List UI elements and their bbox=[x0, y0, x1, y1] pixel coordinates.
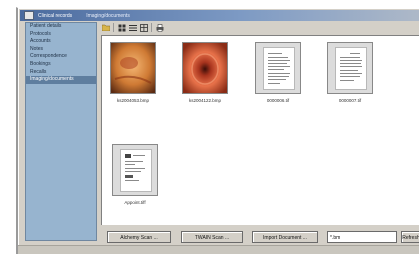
folder-open-icon[interactable] bbox=[101, 23, 110, 32]
window-title: Clinical records bbox=[38, 12, 73, 19]
thumbnail-filename: Appoint.tiff bbox=[124, 200, 146, 205]
thumbnail-filename: ks2004122.bmp bbox=[188, 98, 222, 103]
application-window: Clinical records Imaging/documents Patie… bbox=[16, 7, 419, 254]
refresh-button[interactable]: Refresh bbox=[401, 231, 419, 243]
sidebar-item-correspondence[interactable]: Correspondence bbox=[26, 53, 96, 61]
thumbnail-item[interactable]: 0000006.tif bbox=[246, 42, 310, 103]
endoscopy-image bbox=[110, 42, 156, 94]
sidebar-item-accounts[interactable]: Accounts bbox=[26, 38, 96, 46]
sidebar-item-recalls[interactable]: Recalls bbox=[26, 69, 96, 77]
title-bar[interactable]: Clinical records Imaging/documents bbox=[20, 10, 419, 21]
document-preview bbox=[112, 144, 158, 196]
thumbnail-filename: ks2004053.bmp bbox=[116, 98, 150, 103]
thumbnail-filename: 0000007.tif bbox=[338, 98, 362, 103]
details-view-icon[interactable] bbox=[139, 23, 148, 32]
sidebar-item-protocols[interactable]: Protocols bbox=[26, 31, 96, 39]
toolbar bbox=[101, 22, 164, 33]
sidebar: Patient details Protocols Accounts Notes… bbox=[25, 22, 97, 241]
thumbnail-item[interactable]: 0000007.tif bbox=[318, 42, 382, 103]
toolbar-separator bbox=[151, 23, 152, 32]
thumbnail-filename: 0000006.tif bbox=[266, 98, 290, 103]
import-document-button[interactable]: Import Document ... bbox=[252, 231, 318, 243]
document-preview bbox=[327, 42, 373, 94]
twain-scan-button[interactable]: TWAIN Scan ... bbox=[181, 231, 243, 243]
thumbnail-view-icon[interactable] bbox=[117, 23, 126, 32]
document-preview bbox=[255, 42, 301, 94]
alchemy-scan-button[interactable]: Alchemy Scan ... bbox=[107, 231, 171, 243]
status-bar bbox=[18, 245, 419, 254]
print-icon[interactable] bbox=[155, 23, 164, 32]
sidebar-item-notes[interactable]: Notes bbox=[26, 46, 96, 54]
endoscopy-image bbox=[182, 42, 228, 94]
thumbnail-item[interactable]: ks2004053.bmp bbox=[101, 42, 165, 103]
thumbnail-item[interactable]: Appoint.tiff bbox=[103, 144, 167, 205]
list-view-icon[interactable] bbox=[128, 23, 137, 32]
toolbar-separator bbox=[113, 23, 114, 32]
thumbnail-item[interactable]: ks2004122.bmp bbox=[173, 42, 237, 103]
thumbnail-pane[interactable]: ks2004053.bmp ks2004122.bmp 0000006.tif … bbox=[101, 35, 419, 225]
file-filter-field[interactable]: *.bm bbox=[327, 231, 397, 243]
sidebar-item-imaging[interactable]: Imaging/documents bbox=[26, 76, 96, 84]
sidebar-item-patient-details[interactable]: Patient details bbox=[26, 23, 96, 31]
window-subtitle: Imaging/documents bbox=[86, 12, 130, 19]
main-panel: ks2004053.bmp ks2004122.bmp 0000006.tif … bbox=[99, 22, 419, 252]
app-icon bbox=[24, 11, 34, 20]
sidebar-item-bookings[interactable]: Bookings bbox=[26, 61, 96, 69]
